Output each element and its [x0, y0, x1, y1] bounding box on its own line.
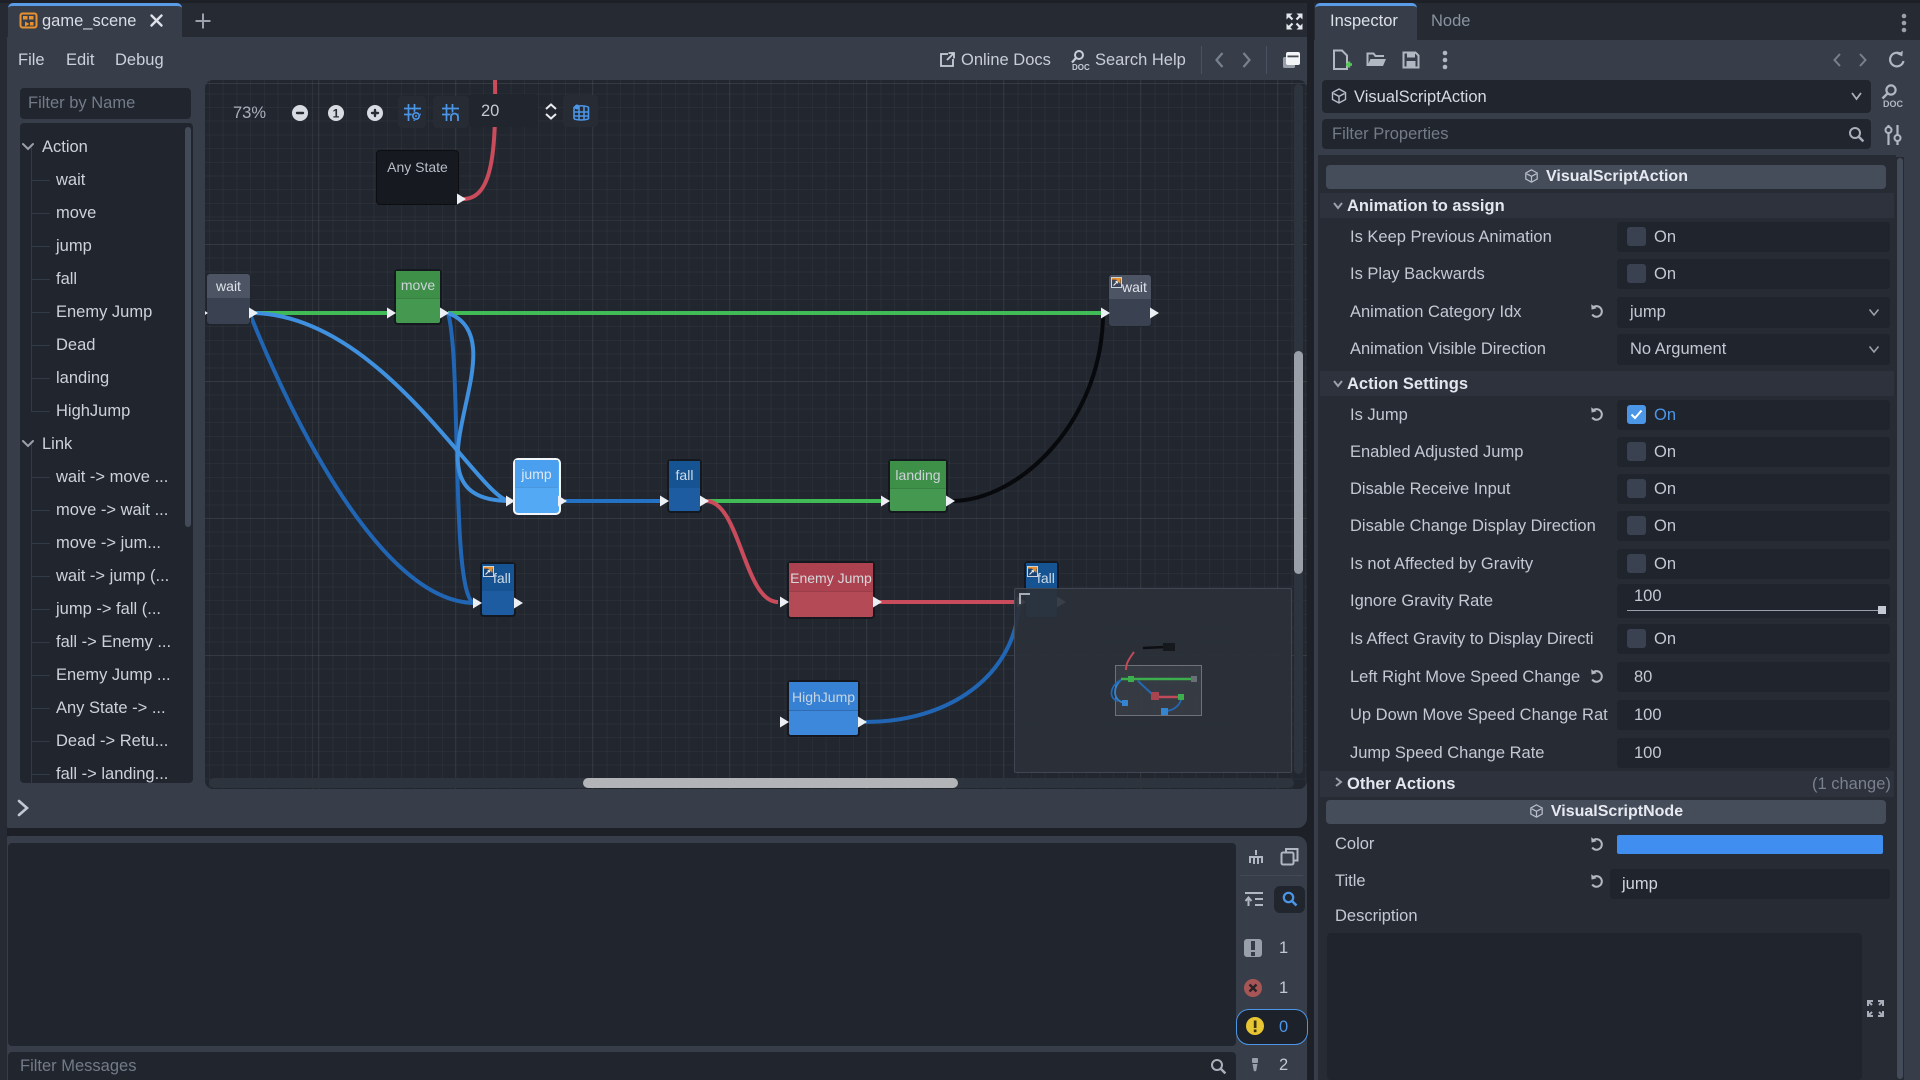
svg-text:1: 1 [333, 107, 340, 121]
svg-text:DOC: DOC [1072, 63, 1090, 72]
svg-text:DOC: DOC [1883, 99, 1904, 109]
